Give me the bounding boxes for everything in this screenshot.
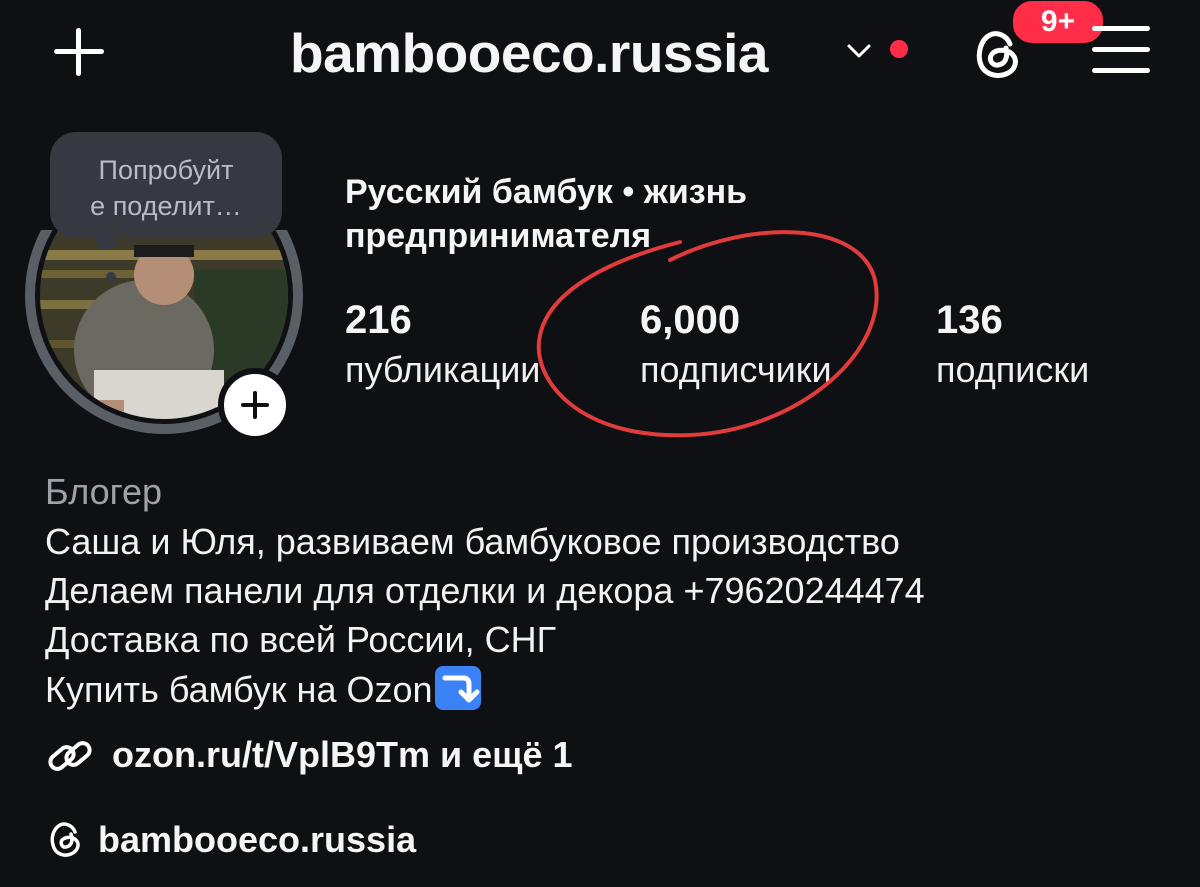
threads-profile-link[interactable]: bambooeco.russia	[98, 815, 416, 865]
share-prompt-bubble[interactable]: Попробуйт е поделит…	[50, 132, 282, 238]
bio-line: Доставка по всей России, СНГ	[45, 619, 557, 660]
threads-icon	[50, 822, 80, 857]
hand-drawn-highlight-circle	[536, 230, 879, 438]
share-prompt-line: е поделит…	[90, 191, 242, 221]
username-switcher[interactable]: bambooeco.russia	[290, 18, 768, 88]
stat-label: публикации	[345, 349, 541, 390]
hamburger-menu-icon[interactable]	[1092, 22, 1152, 76]
stat-value: 136	[936, 298, 1003, 342]
profile-link[interactable]: ozon.ru/t/VplB9Tm и ещё 1	[112, 730, 573, 780]
stat-value: 216	[345, 298, 412, 342]
bubble-tail	[96, 230, 116, 250]
share-prompt-line: Попробуйт	[98, 155, 234, 185]
arrow-down-right-emoji-icon	[434, 666, 481, 710]
chevron-down-icon[interactable]	[846, 42, 872, 60]
bio-line: Делаем панели для отделки и декора +7962…	[45, 570, 925, 611]
create-post-button[interactable]	[45, 18, 111, 84]
stat-following[interactable]: 136 подписки	[936, 295, 1089, 395]
link-chain-icon	[48, 741, 92, 771]
bio-line: Саша и Юля, развиваем бамбуковое произво…	[45, 521, 900, 562]
new-activity-dot	[890, 40, 908, 58]
bio-line-text: Купить бамбук на Ozon	[45, 669, 433, 710]
add-story-button[interactable]	[218, 368, 292, 442]
profile-category: Блогер	[45, 471, 163, 512]
bio-line-ozon: Купить бамбук на Ozon	[45, 665, 481, 715]
bubble-tail	[106, 272, 116, 282]
stat-label: подписки	[936, 349, 1090, 390]
stat-posts[interactable]: 216 публикации	[345, 295, 540, 395]
